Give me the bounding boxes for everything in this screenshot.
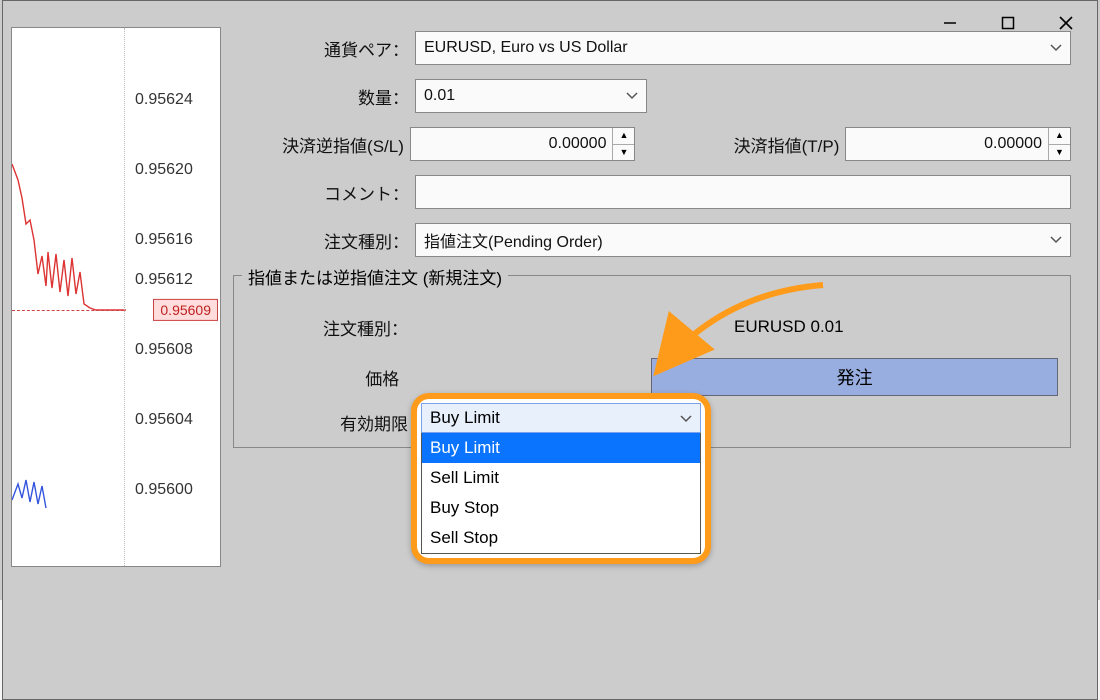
comment-label: コメント： [233, 180, 415, 205]
price-tick: 0.95608 [125, 342, 221, 358]
price-tick: 0.95604 [125, 412, 221, 428]
order-form: 通貨ペア： EURUSD, Euro vs US Dollar 数量： 0.01 [233, 31, 1071, 448]
order-summary: EURUSD 0.01 [714, 317, 1058, 337]
quantity-label: 数量： [233, 84, 415, 109]
current-price-line [12, 310, 124, 311]
tick-chart: 0.95624 0.95620 0.95616 0.95612 0.95612 … [11, 27, 221, 567]
currency-pair-value: EURUSD, Euro vs US Dollar [424, 39, 628, 57]
current-price-badge: 0.95609 [153, 299, 218, 321]
subtype-dropdown-open: Buy Limit Buy Limit Sell Limit Buy Stop … [411, 393, 711, 564]
price-tick: 0.95612 [125, 272, 221, 288]
quantity-value: 0.01 [424, 87, 455, 105]
ordertype-select[interactable]: 指値注文(Pending Order) [415, 223, 1071, 257]
expiry-label: 有効期限 [246, 410, 414, 435]
stoploss-label: 決済逆指値(S/L) [233, 132, 410, 157]
price-label: 価格 [246, 365, 405, 390]
dropdown-item-sell-stop[interactable]: Sell Stop [422, 523, 700, 553]
takeprofit-value: 0.00000 [854, 135, 1048, 153]
currency-pair-select[interactable]: EURUSD, Euro vs US Dollar [415, 31, 1071, 65]
place-order-button[interactable]: 発注 [651, 358, 1058, 396]
takeprofit-input[interactable]: 0.00000 ▲▼ [845, 127, 1071, 161]
subtype-dropdown-selected[interactable]: Buy Limit [421, 403, 701, 433]
chevron-down-icon [680, 408, 692, 428]
quantity-select[interactable]: 0.01 [415, 79, 647, 113]
price-tick: 0.95616 [125, 232, 221, 248]
price-tick: 0.95620 [125, 162, 221, 178]
chevron-down-icon [626, 87, 638, 105]
stoploss-spinner[interactable]: ▲▼ [612, 128, 634, 160]
subtype-dropdown-list: Buy Limit Sell Limit Buy Stop Sell Stop [421, 433, 701, 554]
takeprofit-spinner[interactable]: ▲▼ [1048, 128, 1070, 160]
subtype-dropdown-current: Buy Limit [430, 408, 500, 428]
ordertype-label: 注文種別： [233, 228, 415, 253]
order-window: 0.95624 0.95620 0.95616 0.95612 0.95612 … [2, 0, 1098, 700]
dropdown-item-buy-stop[interactable]: Buy Stop [422, 493, 700, 523]
price-axis: 0.95624 0.95620 0.95616 0.95612 0.95612 … [124, 28, 220, 566]
group-legend: 指値または逆指値注文 (新規注文) [242, 264, 508, 289]
dropdown-item-buy-limit[interactable]: Buy Limit [422, 433, 700, 463]
place-order-label: 発注 [837, 364, 873, 390]
currency-pair-label: 通貨ペア： [233, 36, 415, 61]
price-tick: 0.95600 [125, 482, 221, 498]
comment-input[interactable] [415, 175, 1071, 209]
chevron-down-icon [1050, 231, 1062, 249]
stoploss-value: 0.00000 [419, 135, 613, 153]
takeprofit-label: 決済指値(T/P) [690, 132, 846, 157]
stoploss-input[interactable]: 0.00000 ▲▼ [410, 127, 636, 161]
chevron-down-icon [1050, 39, 1062, 57]
ordertype-value: 指値注文(Pending Order) [424, 228, 603, 252]
price-tick: 0.95624 [125, 92, 221, 108]
dropdown-item-sell-limit[interactable]: Sell Limit [422, 463, 700, 493]
subtype-label: 注文種別： [246, 315, 414, 340]
